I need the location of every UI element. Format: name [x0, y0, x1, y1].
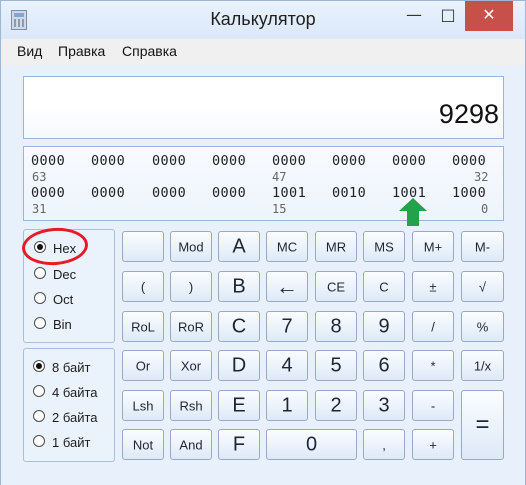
key-4[interactable]: 4 [266, 350, 308, 381]
key-7[interactable]: 7 [266, 311, 308, 342]
key-lsh[interactable]: Lsh [122, 390, 164, 421]
bit-group[interactable]: 0000 [452, 153, 486, 169]
key-xor[interactable]: Xor [170, 350, 212, 381]
key-f[interactable]: F [218, 429, 260, 460]
radio-bin[interactable]: Bin [34, 317, 72, 332]
radio-1-byte[interactable]: 1 байт [33, 435, 90, 450]
menu-help[interactable]: Справка [122, 43, 177, 59]
bit-index: 47 [272, 170, 287, 184]
bit-group[interactable]: 0000 [31, 153, 65, 169]
key-reciprocal[interactable]: 1/x [461, 350, 504, 381]
key-b[interactable]: B [218, 271, 260, 302]
key-ms[interactable]: MS [363, 231, 405, 262]
radio-icon [33, 410, 45, 422]
title-bar[interactable]: Калькулятор — □ ✕ [1, 1, 525, 39]
key-d[interactable]: D [218, 350, 260, 381]
bit-group[interactable]: 1000 [452, 185, 486, 201]
bit-group[interactable]: 0000 [392, 153, 426, 169]
menu-view[interactable]: Вид [17, 43, 42, 59]
bit-index: 31 [32, 202, 47, 216]
minimize-button[interactable]: — [397, 1, 431, 31]
key-9[interactable]: 9 [363, 311, 405, 342]
radio-selected-icon [33, 360, 45, 372]
radio-icon [33, 435, 45, 447]
key-plus[interactable]: + [412, 429, 454, 460]
display-value: 9298 [438, 99, 499, 129]
bit-index: 15 [272, 202, 287, 216]
key-blank[interactable] [122, 231, 164, 262]
bit-index: 32 [474, 170, 489, 184]
backspace-arrow-icon[interactable]: ← [266, 271, 308, 302]
bit-group[interactable]: 0000 [272, 153, 306, 169]
key-rsh[interactable]: Rsh [170, 390, 212, 421]
bit-index: 0 [481, 202, 489, 216]
menu-edit[interactable]: Правка [58, 43, 105, 59]
key-plus-minus[interactable]: ± [412, 271, 454, 302]
key-or[interactable]: Or [122, 350, 164, 381]
close-button[interactable]: ✕ [465, 1, 513, 31]
radio-icon [33, 385, 45, 397]
bit-group[interactable]: 0000 [91, 153, 125, 169]
key-ce[interactable]: CE [315, 271, 357, 302]
key-open-paren[interactable]: ( [122, 271, 164, 302]
calculator-window: Калькулятор — □ ✕ Вид Правка Справка 929… [0, 0, 526, 485]
bit-index: 63 [32, 170, 47, 184]
bit-group[interactable]: 0000 [152, 185, 186, 201]
bit-group[interactable]: 0010 [332, 185, 366, 201]
key-percent[interactable]: % [461, 311, 504, 342]
key-mr[interactable]: MR [315, 231, 357, 262]
key-8[interactable]: 8 [315, 311, 357, 342]
radio-oct[interactable]: Oct [34, 292, 73, 307]
radio-4-bytes[interactable]: 4 байта [33, 385, 98, 400]
bit-group[interactable]: 0000 [91, 185, 125, 201]
up-arrow-annotation-icon [399, 198, 427, 228]
radio-icon [34, 317, 46, 329]
key-3[interactable]: 3 [363, 390, 405, 421]
key-hex-c[interactable]: C [218, 311, 260, 342]
key-close-paren[interactable]: ) [170, 271, 212, 302]
maximize-button[interactable]: □ [431, 1, 465, 31]
key-0[interactable]: 0 [266, 429, 357, 460]
key-and[interactable]: And [170, 429, 212, 460]
key-ror[interactable]: RoR [170, 311, 212, 342]
key-m-minus[interactable]: M- [461, 231, 504, 262]
key-divide[interactable]: / [412, 311, 454, 342]
key-a[interactable]: A [218, 231, 260, 262]
key-decimal[interactable]: , [363, 429, 405, 460]
bit-group[interactable]: 0000 [332, 153, 366, 169]
key-rol[interactable]: RoL [122, 311, 164, 342]
bit-group[interactable]: 0000 [212, 185, 246, 201]
key-multiply[interactable]: * [412, 350, 454, 381]
bit-group[interactable]: 1001 [272, 185, 306, 201]
key-m-plus[interactable]: M+ [412, 231, 454, 262]
key-e[interactable]: E [218, 390, 260, 421]
radio-dec[interactable]: Dec [34, 267, 76, 282]
radio-8-bytes[interactable]: 8 байт [33, 360, 90, 375]
radio-icon [34, 267, 46, 279]
key-5[interactable]: 5 [315, 350, 357, 381]
key-c[interactable]: C [363, 271, 405, 302]
result-display: 9298 [23, 76, 504, 139]
key-not[interactable]: Not [122, 429, 164, 460]
bit-group[interactable]: 0000 [212, 153, 246, 169]
radio-icon [34, 292, 46, 304]
bit-group[interactable]: 0000 [152, 153, 186, 169]
key-2[interactable]: 2 [315, 390, 357, 421]
menu-bar: Вид Правка Справка [1, 39, 525, 65]
key-mod[interactable]: Mod [170, 231, 212, 262]
key-1[interactable]: 1 [266, 390, 308, 421]
key-sqrt[interactable]: √ [461, 271, 504, 302]
key-minus[interactable]: - [412, 390, 454, 421]
radio-2-bytes[interactable]: 2 байта [33, 410, 98, 425]
key-mc[interactable]: MC [266, 231, 308, 262]
window-bottom-border [1, 481, 525, 485]
bit-group[interactable]: 0000 [31, 185, 65, 201]
key-equals[interactable]: = [461, 390, 504, 460]
key-6[interactable]: 6 [363, 350, 405, 381]
